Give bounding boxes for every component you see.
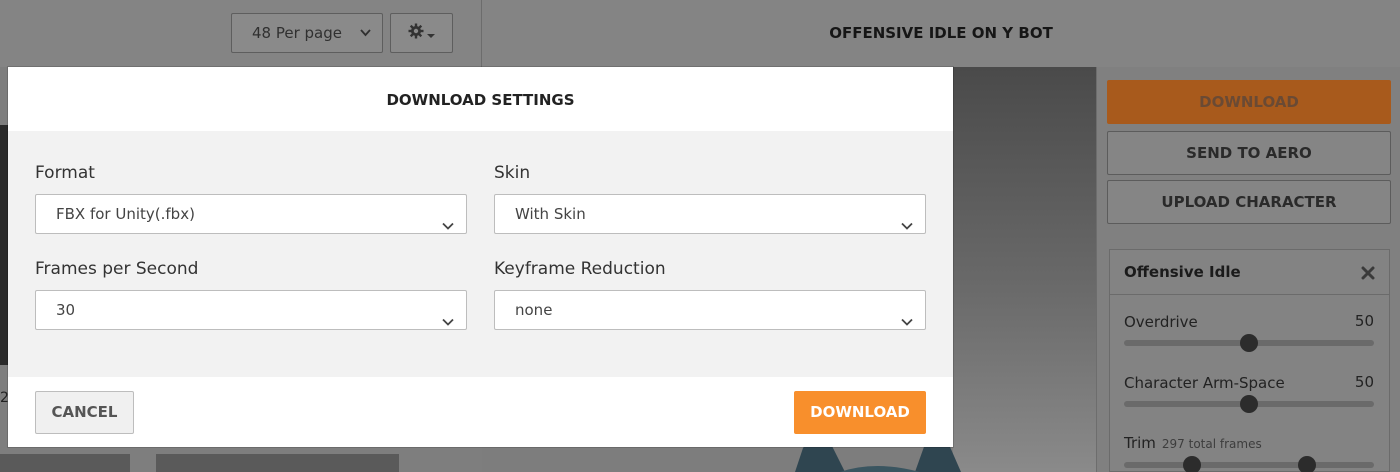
per-page-select[interactable]: 48 Per page — [231, 13, 383, 53]
fps-select[interactable]: 30 — [35, 290, 467, 330]
per-page-label: 48 Per page — [252, 24, 342, 42]
skin-select[interactable]: With Skin — [494, 194, 926, 234]
chevron-down-icon — [901, 208, 913, 230]
settings-button[interactable] — [390, 13, 453, 53]
trim-end-thumb[interactable] — [1297, 456, 1316, 472]
slider-thumb[interactable] — [1240, 395, 1258, 413]
slider-value: 50 — [1354, 312, 1374, 330]
card-title: Offensive Idle — [1124, 263, 1241, 281]
slider-label: Overdrive — [1124, 313, 1198, 331]
slider-value: 50 — [1354, 373, 1374, 391]
3d-viewport[interactable] — [953, 67, 1096, 472]
dialog-body: Format FBX for Unity(.fbx) Skin With Ski… — [8, 131, 953, 377]
chevron-down-icon — [901, 304, 913, 326]
gear-icon — [408, 23, 424, 43]
animation-title: OFFENSIVE IDLE ON Y BOT — [829, 24, 1053, 42]
trim-start-thumb[interactable] — [1182, 456, 1201, 472]
keyframe-select[interactable]: none — [494, 290, 926, 330]
animation-thumbnail[interactable] — [156, 454, 399, 472]
slider-track[interactable] — [1124, 462, 1374, 468]
animation-thumbnail[interactable] — [0, 454, 130, 472]
keyframe-value: none — [515, 301, 553, 319]
cancel-button[interactable]: CANCEL — [35, 391, 134, 434]
arm-space-slider: Character Arm-Space 50 — [1124, 373, 1374, 413]
keyframe-label: Keyframe Reduction — [494, 259, 666, 279]
card-header: Offensive Idle — [1110, 250, 1389, 295]
chevron-down-icon — [359, 14, 372, 68]
caret-down-icon — [427, 24, 435, 43]
send-to-aero-button[interactable]: SEND TO AERO — [1107, 131, 1391, 175]
format-select[interactable]: FBX for Unity(.fbx) — [35, 194, 467, 234]
total-frames: 297 total frames — [1161, 437, 1262, 451]
download-settings-dialog: DOWNLOAD SETTINGS Format FBX for Unity(.… — [8, 67, 953, 447]
slider-thumb[interactable] — [1240, 334, 1258, 352]
format-value: FBX for Unity(.fbx) — [56, 205, 195, 223]
chevron-down-icon — [442, 304, 454, 326]
skin-value: With Skin — [515, 205, 586, 223]
slider-label: Character Arm-Space — [1124, 374, 1285, 392]
upload-character-button[interactable]: UPLOAD CHARACTER — [1107, 180, 1391, 224]
skin-label: Skin — [494, 163, 531, 183]
fps-label: Frames per Second — [35, 259, 199, 279]
format-label: Format — [35, 163, 95, 183]
close-icon[interactable] — [1361, 250, 1375, 295]
fps-value: 30 — [56, 301, 76, 319]
animation-settings-card: Offensive Idle Overdrive 50 Character Ar… — [1109, 249, 1390, 472]
download-button[interactable]: DOWNLOAD — [794, 391, 926, 434]
slider-label: Trim 297 total frames — [1124, 434, 1262, 452]
dialog-title: DOWNLOAD SETTINGS — [386, 91, 575, 109]
trim-slider: Trim 297 total frames — [1124, 433, 1374, 472]
overdrive-slider: Overdrive 50 — [1124, 312, 1374, 352]
side-download-button[interactable]: DOWNLOAD — [1107, 80, 1391, 124]
trim-label: Trim — [1124, 434, 1156, 452]
chevron-down-icon — [442, 208, 454, 230]
